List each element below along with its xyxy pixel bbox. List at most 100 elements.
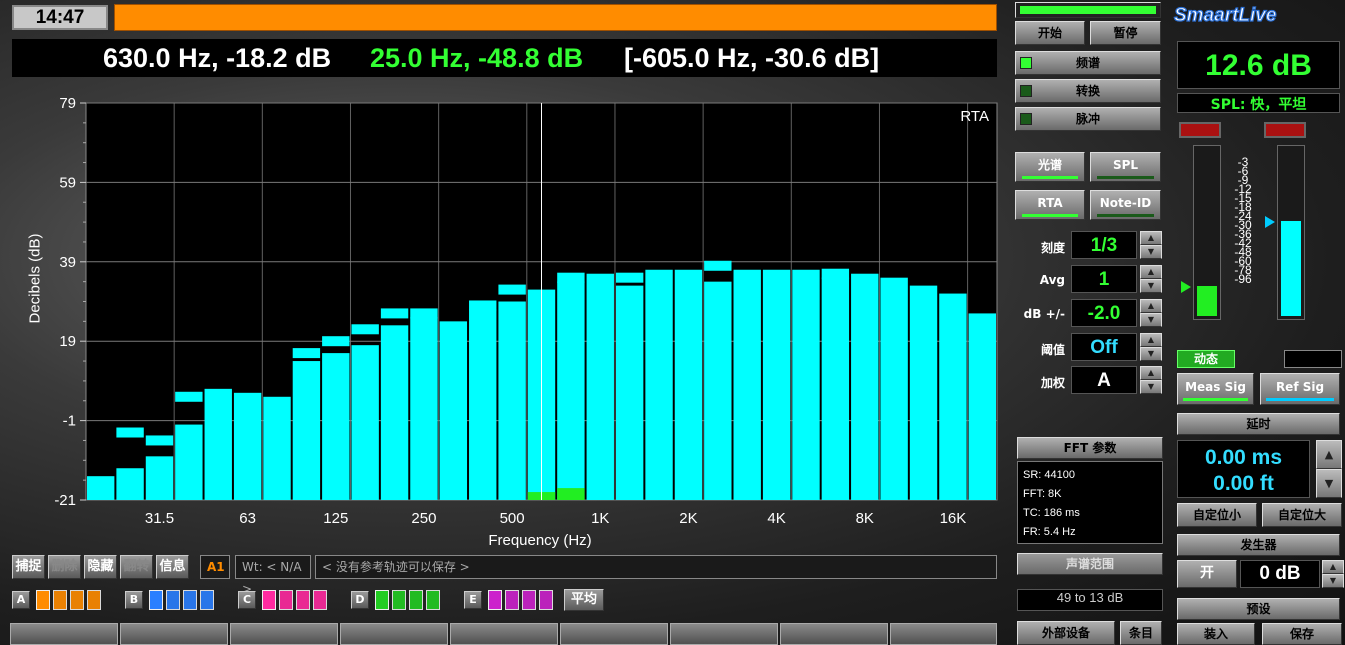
rta-bar — [410, 317, 438, 500]
generator-stepper[interactable]: ▲ ▼ — [1322, 560, 1344, 588]
info-button[interactable]: 信息 — [156, 555, 189, 579]
bar-button[interactable]: 条目 — [1120, 621, 1162, 645]
trace-group-a[interactable]: A — [12, 591, 30, 609]
weighting-stepper[interactable]: ▲ ▼ — [1140, 366, 1162, 394]
auto-small-button[interactable]: 自定位小 — [1177, 503, 1257, 527]
impulse-led — [1020, 113, 1032, 125]
trace-swatch[interactable] — [539, 590, 553, 610]
peak-value: 25.0 Hz, -48.8 dB — [370, 43, 584, 73]
trace-swatch[interactable] — [166, 590, 180, 610]
ref-clip-led — [1264, 122, 1306, 138]
preset-button[interactable]: 预设 — [1177, 598, 1340, 620]
delay-stepper[interactable]: ▲ ▼ — [1316, 440, 1342, 498]
rta-bar — [704, 281, 732, 500]
meas-level-meter — [1193, 145, 1221, 320]
db-stepper[interactable]: ▲ ▼ — [1140, 299, 1162, 327]
spectrograph-button[interactable]: 光谱 — [1015, 152, 1085, 182]
meas-level-marker — [1181, 280, 1191, 293]
rta-bar — [792, 269, 820, 500]
external-device-button[interactable]: 外部设备 — [1017, 621, 1115, 645]
bottom-slot[interactable] — [780, 623, 888, 645]
dynamic-indicator[interactable]: 动态 — [1177, 350, 1235, 368]
peak-hold-bar — [615, 272, 644, 283]
bottom-slot[interactable] — [560, 623, 668, 645]
trace-group-c[interactable]: C — [238, 591, 256, 609]
trace-group-e[interactable]: E — [464, 591, 482, 609]
generator-title[interactable]: 发生器 — [1177, 534, 1340, 556]
avg-stepper[interactable]: ▲ ▼ — [1140, 265, 1162, 293]
average-button[interactable]: 平均 — [564, 589, 604, 611]
trace-swatch[interactable] — [87, 590, 101, 610]
bottom-slot[interactable] — [10, 623, 118, 645]
fft-params-button[interactable]: FFT 参数 — [1017, 437, 1163, 459]
spectrum-range-button[interactable]: 声谱范围 — [1017, 553, 1163, 575]
fft-sr: SR: 44100 — [1023, 469, 1075, 481]
meas-sig-button[interactable]: Meas Sig — [1177, 373, 1254, 405]
delay-title[interactable]: 延时 — [1177, 413, 1340, 435]
note-id-button[interactable]: Note-ID — [1090, 190, 1161, 220]
pause-button[interactable]: 暂停 — [1090, 21, 1161, 45]
trace-group-d[interactable]: D — [351, 591, 369, 609]
transfer-button[interactable]: 转换 — [1015, 79, 1161, 103]
ref-sig-button[interactable]: Ref Sig — [1260, 373, 1340, 405]
rta-plot[interactable]: 79 59 39 19 -1 -21 31.5 63 125 250 500 1K 2K 4K 8K 16K R… — [0, 90, 1000, 530]
trace-swatch[interactable] — [522, 590, 536, 610]
trace-swatch[interactable] — [426, 590, 440, 610]
delete-button[interactable]: 删除 — [48, 555, 81, 579]
rta-bar — [851, 273, 879, 500]
trace-swatch[interactable] — [279, 590, 293, 610]
start-button[interactable]: 开始 — [1015, 21, 1085, 45]
rta-button[interactable]: RTA — [1015, 190, 1085, 220]
scale-stepper[interactable]: ▲ ▼ — [1140, 231, 1162, 259]
trace-swatch[interactable] — [409, 590, 423, 610]
trace-swatch[interactable] — [262, 590, 276, 610]
trace-swatch[interactable] — [488, 590, 502, 610]
flip-button[interactable]: 翻转 — [120, 555, 153, 579]
bottom-slot[interactable] — [450, 623, 558, 645]
threshold-stepper[interactable]: ▲ ▼ — [1140, 333, 1162, 361]
peak-hold-bar — [116, 427, 144, 438]
x-tick-label: 31.5 — [145, 510, 174, 527]
spectrum-button[interactable]: 频谱 — [1015, 51, 1161, 75]
trace-swatch[interactable] — [70, 590, 84, 610]
trace-swatch[interactable] — [505, 590, 519, 610]
hide-button[interactable]: 隐藏 — [84, 555, 117, 579]
rta-bar — [615, 285, 644, 500]
rta-bar — [204, 388, 232, 500]
trace-swatch[interactable] — [375, 590, 389, 610]
load-button[interactable]: 装入 — [1177, 623, 1255, 645]
trace-swatch[interactable] — [392, 590, 406, 610]
impulse-button[interactable]: 脉冲 — [1015, 107, 1161, 131]
save-button[interactable]: 保存 — [1262, 623, 1342, 645]
trace-swatch[interactable] — [36, 590, 50, 610]
trace-swatch[interactable] — [149, 590, 163, 610]
trace-swatch[interactable] — [313, 590, 327, 610]
bottom-slot[interactable] — [120, 623, 228, 645]
generator-on-button[interactable]: 开 — [1177, 560, 1237, 588]
auto-large-button[interactable]: 自定位大 — [1262, 503, 1342, 527]
spl-button[interactable]: SPL — [1090, 152, 1161, 182]
trace-group-b[interactable]: B — [125, 591, 143, 609]
bottom-slot[interactable] — [890, 623, 997, 645]
rta-bar — [939, 293, 967, 500]
generator-level: 0 dB — [1240, 560, 1320, 588]
peak-hold-bar — [557, 272, 585, 283]
x-tick-label: 16K — [940, 510, 967, 527]
clock: 14:47 — [12, 5, 108, 30]
cursor-value: 630.0 Hz, -18.2 dB — [103, 43, 332, 73]
peak-hold-bar — [175, 391, 203, 402]
svg-text:SmaartLive: SmaartLive — [1174, 5, 1277, 26]
peak-hold-bar — [145, 435, 174, 446]
x-tick-label: 2K — [679, 510, 697, 527]
bottom-slot[interactable] — [230, 623, 338, 645]
trace-swatch[interactable] — [183, 590, 197, 610]
capture-button[interactable]: 捕捉 — [12, 555, 45, 579]
trace-swatch[interactable] — [200, 590, 214, 610]
x-axis-label: Frequency (Hz) — [488, 532, 592, 548]
bottom-slot[interactable] — [670, 623, 778, 645]
x-tick-label: 500 — [500, 510, 525, 527]
bottom-slot[interactable] — [340, 623, 448, 645]
meter-scale: -3 -6 -9 -12 -15 -18 -24 -30 -36 -42 -48 -60 -78 -96 — [1226, 156, 1260, 285]
trace-swatch[interactable] — [296, 590, 310, 610]
trace-swatch[interactable] — [53, 590, 67, 610]
